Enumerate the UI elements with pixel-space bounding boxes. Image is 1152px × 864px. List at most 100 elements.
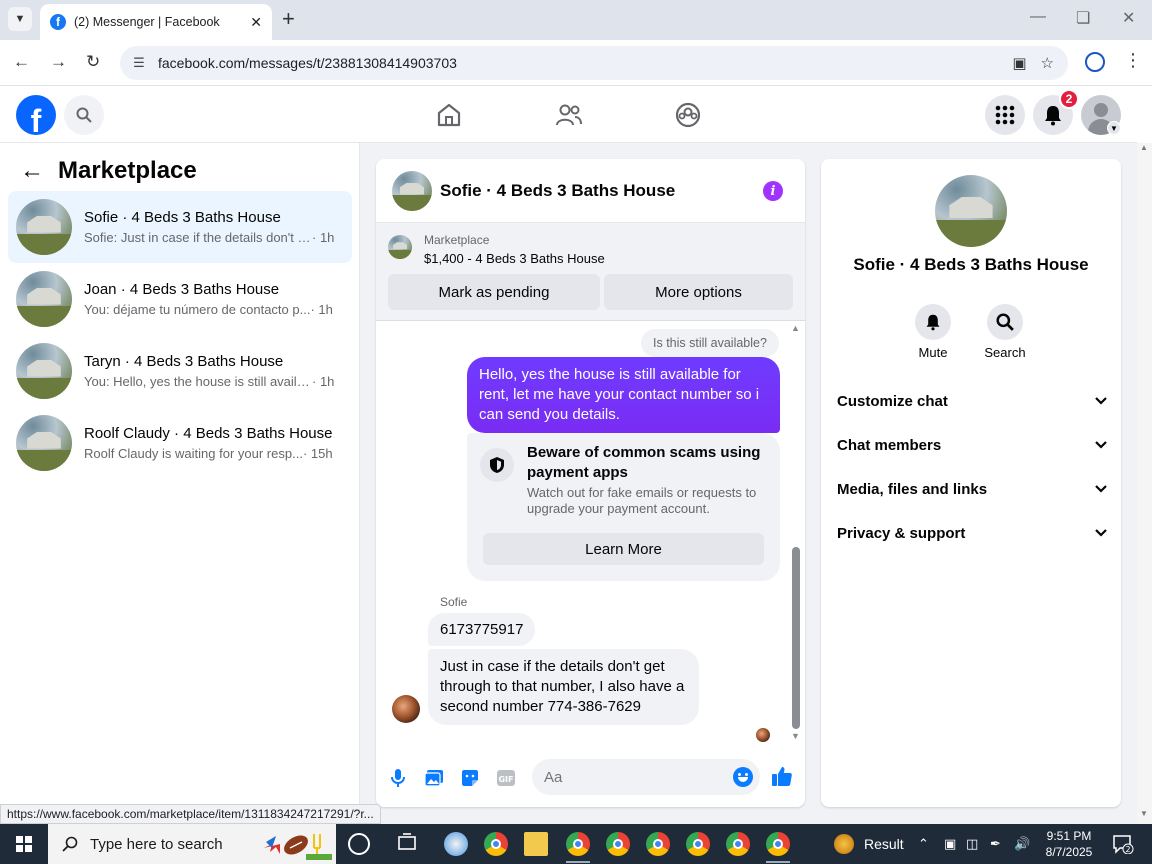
new-tab-button[interactable]: +	[282, 8, 295, 30]
menu-grid-button[interactable]	[985, 95, 1025, 135]
scam-warning-card: Beware of common scams using payment app…	[467, 433, 780, 581]
photo-icon[interactable]	[423, 767, 445, 789]
browser-tab-messenger[interactable]: f (2) Messenger | Facebook ✕	[40, 4, 272, 40]
chat-panel: Sofie · 4 Beds 3 Baths House i Marketpla…	[376, 159, 805, 807]
news-widget-label: Result	[864, 836, 904, 852]
info-icon[interactable]: i	[763, 181, 783, 201]
chat-header: Sofie · 4 Beds 3 Baths House	[376, 159, 805, 223]
chrome-taskbar-icon[interactable]	[484, 832, 508, 856]
browser-profile-icon[interactable]	[1085, 52, 1105, 72]
groups-nav-button[interactable]	[674, 101, 702, 129]
chrome-taskbar-icon[interactable]	[726, 832, 750, 856]
pen-icon[interactable]: ✒	[990, 836, 1001, 852]
section-privacy-support[interactable]: Privacy & support	[837, 522, 1107, 544]
chrome-taskbar-icon[interactable]	[606, 832, 630, 856]
system-clock[interactable]: 9:51 PM 8/7/2025	[1040, 828, 1098, 860]
meet-now-icon[interactable]: ▣	[944, 836, 956, 852]
reload-icon[interactable]: ↻	[86, 52, 100, 72]
more-options-button[interactable]: More options	[604, 274, 793, 310]
tab-search-dropdown[interactable]: ▼	[8, 7, 32, 31]
chat-title[interactable]: Sofie · 4 Beds 3 Baths House	[440, 181, 675, 201]
conversation-item[interactable]: Taryn · 4 Beds 3 Baths House You: Hello,…	[8, 335, 352, 407]
url-text[interactable]: facebook.com/messages/t/2388130841490370…	[158, 55, 1012, 71]
friends-icon	[556, 104, 582, 126]
back-arrow-icon[interactable]: ←	[13, 52, 30, 72]
section-customize-chat[interactable]: Customize chat	[837, 390, 1107, 412]
chrome-taskbar-icon[interactable]	[646, 832, 670, 856]
install-app-icon[interactable]: ▣	[1012, 54, 1026, 72]
grid-menu-icon	[995, 105, 1015, 125]
action-center-icon[interactable]: 2	[1112, 834, 1136, 855]
page-scrollbar[interactable]: ▲ ▼	[1137, 143, 1152, 824]
sticker-icon[interactable]	[459, 767, 481, 789]
conversation-list-header: ← Marketplace	[20, 157, 197, 185]
section-label: Media, files and links	[837, 480, 988, 498]
home-nav-button[interactable]	[435, 101, 463, 129]
thumbs-up-icon[interactable]	[771, 765, 793, 787]
chrome-taskbar-icon[interactable]	[766, 832, 790, 856]
emoji-icon[interactable]	[733, 767, 753, 787]
section-label: Customize chat	[837, 392, 948, 410]
friends-nav-button[interactable]	[555, 101, 583, 129]
network-icon[interactable]: ◫	[966, 836, 978, 852]
search-action[interactable]: Search	[975, 304, 1035, 360]
bookmark-star-icon[interactable]: ☆	[1041, 54, 1054, 72]
gif-icon[interactable]: GIF	[495, 767, 517, 789]
windows-start-icon[interactable]	[16, 836, 32, 852]
scrollbar-thumb[interactable]	[792, 547, 800, 729]
incoming-message[interactable]: Just in case if the details don't get th…	[428, 649, 699, 725]
incoming-message[interactable]: 6173775917	[428, 613, 536, 646]
facebook-search-button[interactable]	[64, 95, 104, 135]
message-scrollbar[interactable]: ▲ ▼	[790, 321, 802, 747]
taskbar-active-indicator	[766, 861, 790, 863]
window-close-button[interactable]: ✕	[1122, 8, 1135, 28]
section-chat-members[interactable]: Chat members	[837, 434, 1107, 456]
news-widget[interactable]: Result	[834, 834, 904, 854]
chevron-down-icon[interactable]: ▼	[1107, 121, 1121, 135]
task-view-icon[interactable]	[396, 832, 420, 856]
scroll-down-arrow-icon[interactable]: ▼	[791, 731, 800, 741]
taskbar-search-box[interactable]: Type here to search	[48, 824, 336, 864]
site-settings-icon[interactable]: ☰	[130, 55, 148, 71]
action-center-count: 2	[1125, 845, 1130, 854]
facebook-logo[interactable]: f	[16, 95, 56, 135]
conversation-item[interactable]: Sofie · 4 Beds 3 Baths House Sofie: Just…	[8, 191, 352, 263]
conversation-item[interactable]: Joan · 4 Beds 3 Baths House You: déjame …	[8, 263, 352, 335]
message-composer: GIF	[376, 757, 805, 801]
section-media-files-links[interactable]: Media, files and links	[837, 478, 1107, 500]
conversation-item[interactable]: Roolf Claudy · 4 Beds 3 Baths House Rool…	[8, 407, 352, 479]
outgoing-message[interactable]: Hello, yes the house is still available …	[467, 357, 780, 433]
mark-as-pending-button[interactable]: Mark as pending	[388, 274, 600, 310]
forward-arrow-icon[interactable]: →	[50, 52, 67, 72]
scroll-up-arrow-icon[interactable]: ▲	[791, 323, 800, 333]
scroll-down-arrow-icon[interactable]: ▼	[1140, 809, 1148, 818]
listing-thumbnail	[16, 415, 72, 471]
microphone-icon[interactable]	[387, 767, 409, 789]
maximize-button[interactable]: ❏	[1076, 8, 1090, 28]
tray-overflow-icon[interactable]: ⌃	[918, 836, 929, 852]
cortana-icon[interactable]	[348, 833, 370, 855]
chrome-taskbar-icon[interactable]	[686, 832, 710, 856]
tab-close-icon[interactable]: ✕	[250, 14, 262, 31]
taskbar-search-placeholder: Type here to search	[90, 835, 223, 853]
address-bar[interactable]: ☰ facebook.com/messages/t/23881308414903…	[120, 46, 1068, 80]
paint-app-icon[interactable]	[444, 832, 468, 856]
message-input[interactable]	[532, 759, 760, 795]
listing-title[interactable]: $1,400 - 4 Beds 3 Baths House	[424, 251, 605, 266]
volume-icon[interactable]: 🔊	[1014, 836, 1030, 852]
chrome-taskbar-icon[interactable]	[566, 832, 590, 856]
tab-title: (2) Messenger | Facebook	[74, 15, 220, 29]
section-label: Chat members	[837, 436, 942, 454]
browser-menu-icon[interactable]: ⋮	[1124, 50, 1142, 71]
mute-action[interactable]: Mute	[903, 304, 963, 360]
message-thread[interactable]: Is this still available? Hello, yes the …	[376, 321, 805, 747]
chevron-down-icon	[1095, 485, 1107, 493]
file-explorer-icon[interactable]	[524, 832, 548, 856]
listing-large-thumbnail[interactable]	[935, 175, 1007, 247]
scroll-up-arrow-icon[interactable]: ▲	[1140, 143, 1148, 152]
sender-avatar[interactable]	[392, 695, 420, 723]
learn-more-button[interactable]: Learn More	[483, 533, 764, 565]
chat-listing-thumbnail[interactable]	[392, 170, 432, 211]
minimize-button[interactable]: —	[1030, 8, 1046, 26]
back-arrow-icon[interactable]: ←	[20, 157, 44, 185]
